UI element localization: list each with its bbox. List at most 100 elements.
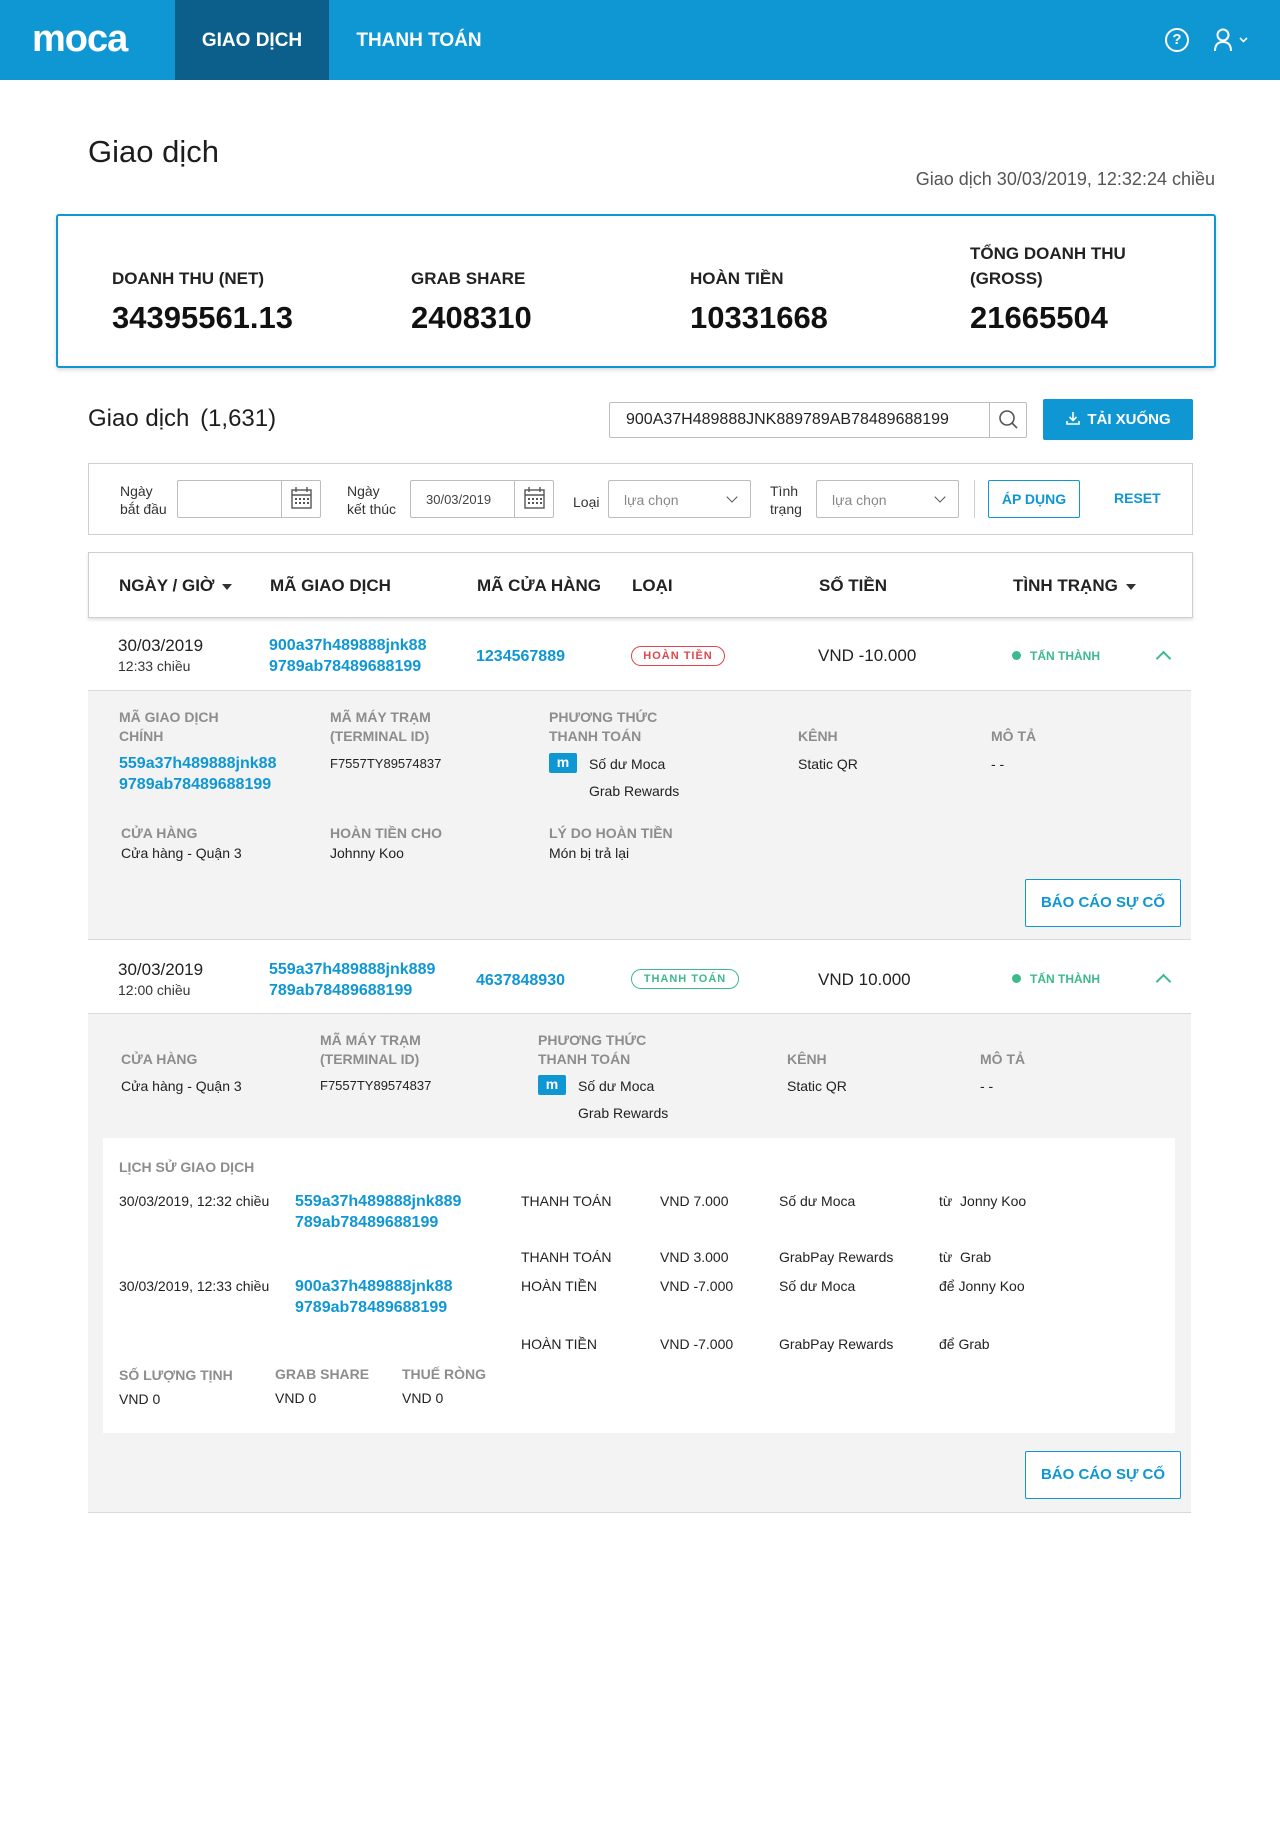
report-issue-button[interactable]: BÁO CÁO SỰ CỐ [1025,879,1181,927]
status-select[interactable]: lựa chọn [816,480,959,518]
row-date: 30/03/2019 [118,960,204,979]
store-value: Cửa hàng - Quận 3 [121,845,242,861]
row-amount: VND -10.000 [818,646,917,665]
column-status[interactable]: TÌNH TRẠNG [1013,576,1136,596]
start-date-field[interactable] [177,480,321,518]
page-timestamp: Giao dịch 30/03/2019, 12:32:24 chiều [915,169,1215,189]
type-badge-payment: THANH TOÁN [631,969,739,989]
search-button[interactable] [989,403,1026,437]
net-quantity-value: VND 0 [119,1391,161,1407]
row-transaction-id-line2: 9789ab78489688199 [269,658,422,675]
end-date-value: 30/03/2019 [426,492,492,507]
reset-button[interactable]: RESET [1114,490,1161,506]
chevron-down-icon [726,491,738,503]
payment-method-label-1: PHƯƠNG THỨC [549,709,658,725]
refund-reason-value: Món bị trả lại [549,845,630,861]
channel-label: KÊNH [798,728,838,744]
history-amount: VND -7.000 [660,1336,734,1352]
row-time: 12:33 chiều [118,658,191,674]
tab-giao-dich[interactable]: GIAO DỊCH [175,0,329,80]
main-tx-label-2: CHÍNH [119,728,164,744]
calendar-icon [524,487,545,509]
payment-method-label-1: PHƯƠNG THỨC [538,1032,647,1048]
download-icon [1066,412,1081,425]
tab-thanh-toan[interactable]: THANH TOÁN [329,0,509,80]
top-nav-bar: moca GIAO DỊCH THANH TOÁN ? [0,0,1280,80]
transactions-heading: Giao dịch (1,631) [88,405,276,433]
download-button[interactable]: TẢI XUỐNG [1043,399,1193,440]
calendar-icon [291,487,312,509]
column-date-time[interactable]: NGÀY / GIỜ [119,576,233,596]
status-success-dot [1012,974,1021,983]
help-icon[interactable]: ? [1165,28,1189,52]
net-tax-label: THUẾ RÒNG [402,1366,486,1382]
history-transaction-id[interactable]: 559a37h489888jnk889 789ab78489688199 [295,1191,461,1233]
filter-bar: Ngày bắt đầu Ngày kết thúc 30/03/2019 Lo… [88,463,1193,535]
row-store-id[interactable]: 1234567889 [476,646,565,667]
channel-value: Static QR [787,1078,847,1094]
end-date-field[interactable]: 30/03/2019 [410,480,554,518]
transaction-detail-panel: CỬA HÀNG Cửa hàng - Quận 3 MÃ MÁY TRẠM (… [88,1013,1191,1513]
terminal-id: F7557TY89574837 [320,1078,432,1093]
terminal-label-1: MÃ MÁY TRẠM [330,709,431,725]
gross-revenue-value: 21665504 [970,300,1108,335]
summary-card: DOANH THU (NET) 34395561.13 GRAB SHARE 2… [56,214,1216,368]
start-date-calendar-button[interactable] [281,481,320,517]
description-value: - - [991,756,1005,772]
refund-label: HOÀN TIỀN [690,269,784,288]
row-transaction-id-line1: 900a37h489888jnk88 [269,637,427,654]
payment-method-1: Số dư Moca [589,756,666,772]
chevron-down-icon [934,491,946,503]
end-date-calendar-button[interactable] [514,481,553,517]
type-filter-label: Loại [573,494,600,510]
table-header: NGÀY / GIỜ MÃ GIAO DỊCH MÃ CỬA HÀNG LOẠI… [88,552,1193,618]
row-store-id[interactable]: 4637848930 [476,970,565,991]
channel-label: KÊNH [787,1051,827,1067]
transactions-count: (1,631) [200,405,277,432]
filter-divider [974,480,975,518]
gross-revenue-label-line2: (GROSS) [970,269,1043,288]
status-success-dot [1012,651,1021,660]
history-time: 30/03/2019, 12:32 chiều [119,1193,270,1209]
history-party: để Jonny Koo [939,1278,1025,1294]
moca-logo[interactable]: moca [32,18,128,61]
history-source: Số dư Moca [779,1278,856,1294]
row-amount: VND 10.000 [818,970,911,989]
description-label: MÔ TẢ [991,728,1037,744]
start-date-label-2: bắt đầu [120,501,167,517]
main-transaction-id-line2: 9789ab78489688199 [119,776,272,793]
apply-button[interactable]: ÁP DỤNG [988,480,1080,518]
terminal-label-1: MÃ MÁY TRẠM [320,1032,421,1048]
row-transaction-id[interactable]: 559a37h489888jnk889 789ab78489688199 [269,959,435,1001]
history-party: để Grab [939,1336,990,1352]
history-amount: VND 3.000 [660,1249,729,1265]
main-transaction-id[interactable]: 559a37h489888jnk88 9789ab78489688199 [119,753,276,795]
row-status: TẤN THÀNH [1030,649,1100,663]
net-quantity-label: SỐ LƯỢNG TỊNH [119,1367,233,1383]
history-grab-share-label: GRAB SHARE [275,1366,370,1382]
net-tax-value: VND 0 [402,1390,444,1406]
payment-method-1: Số dư Moca [578,1078,655,1094]
status-select-value: lựa chọn [832,492,887,508]
report-issue-button[interactable]: BÁO CÁO SỰ CỐ [1025,1451,1181,1499]
history-grab-share-value: VND 0 [275,1390,317,1406]
payment-method-label-2: THANH TOÁN [549,728,642,744]
history-transaction-id-line2: 789ab78489688199 [295,1214,439,1231]
collapse-chevron-up-icon[interactable] [1155,973,1172,990]
history-time: 30/03/2019, 12:33 chiều [119,1278,270,1294]
collapse-chevron-up-icon[interactable] [1155,650,1172,667]
store-label: CỬA HÀNG [121,1051,198,1067]
history-transaction-id[interactable]: 900a37h489888jnk88 9789ab78489688199 [295,1276,452,1318]
row-transaction-id[interactable]: 900a37h489888jnk88 9789ab78489688199 [269,635,426,677]
payment-method-label-2: THANH TOÁN [538,1051,631,1067]
grab-share-value: 2408310 [411,300,532,335]
search-input[interactable] [610,403,991,437]
transaction-detail-panel: MÃ GIAO DỊCH CHÍNH 559a37h489888jnk88 97… [88,690,1191,940]
description-value: - - [980,1078,994,1094]
history-type: HOÀN TIỀN [521,1336,597,1352]
history-source: Số dư Moca [779,1193,856,1209]
type-select[interactable]: lựa chọn [608,480,751,518]
user-menu-icon[interactable] [1213,28,1253,52]
refund-to-label: HOÀN TIỀN CHO [330,825,442,841]
page-title: Giao dịch [88,134,219,169]
